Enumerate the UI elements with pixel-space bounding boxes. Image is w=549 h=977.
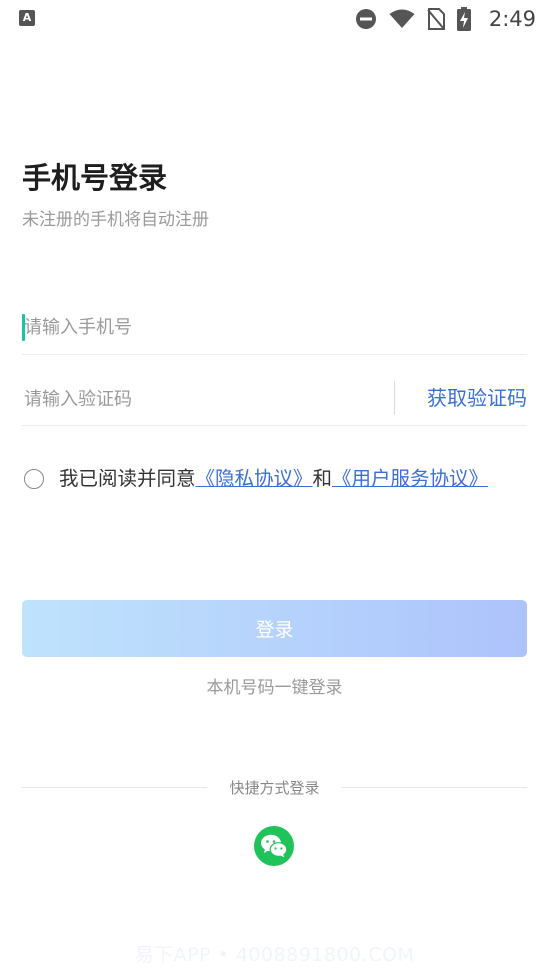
login-button[interactable]: 登录	[22, 600, 527, 657]
status-icons	[355, 6, 471, 32]
verification-code-input[interactable]	[22, 372, 382, 426]
no-sim-icon	[427, 8, 445, 30]
code-input-row: 获取验证码	[22, 372, 527, 426]
wechat-login-button[interactable]	[254, 826, 294, 866]
app-notification-icon: A	[19, 10, 35, 26]
agreement-conjunction: 和	[312, 467, 333, 490]
input-divider	[394, 381, 395, 415]
do-not-disturb-icon	[355, 8, 377, 30]
wechat-icon	[261, 834, 288, 858]
get-code-button[interactable]: 获取验证码	[427, 372, 527, 425]
quick-login-label: 快捷方式登录	[229, 779, 320, 797]
page-title: 手机号登录	[22, 161, 168, 195]
agreement-checkbox[interactable]	[24, 469, 44, 489]
page-subtitle: 未注册的手机将自动注册	[22, 210, 209, 230]
one-click-login-link[interactable]: 本机号码一键登录	[0, 674, 549, 702]
phone-input[interactable]	[22, 300, 527, 354]
divider-line-right	[342, 787, 527, 788]
privacy-policy-link[interactable]: 《隐私协议》	[196, 467, 313, 490]
agreement-prefix: 我已阅读并同意	[59, 467, 196, 490]
quick-login-divider: 快捷方式登录	[22, 776, 527, 800]
status-bar: A 2:49	[0, 0, 549, 38]
agreement-text: 我已阅读并同意《隐私协议》和《用户服务协议》	[59, 466, 499, 492]
user-service-agreement-link[interactable]: 《用户服务协议》	[332, 467, 488, 490]
wifi-icon	[389, 9, 415, 29]
watermark: 易下APP • 4008891800.COM	[134, 944, 415, 966]
phone-input-row	[22, 300, 527, 355]
battery-charging-icon	[457, 7, 471, 31]
status-time: 2:49	[488, 7, 536, 31]
